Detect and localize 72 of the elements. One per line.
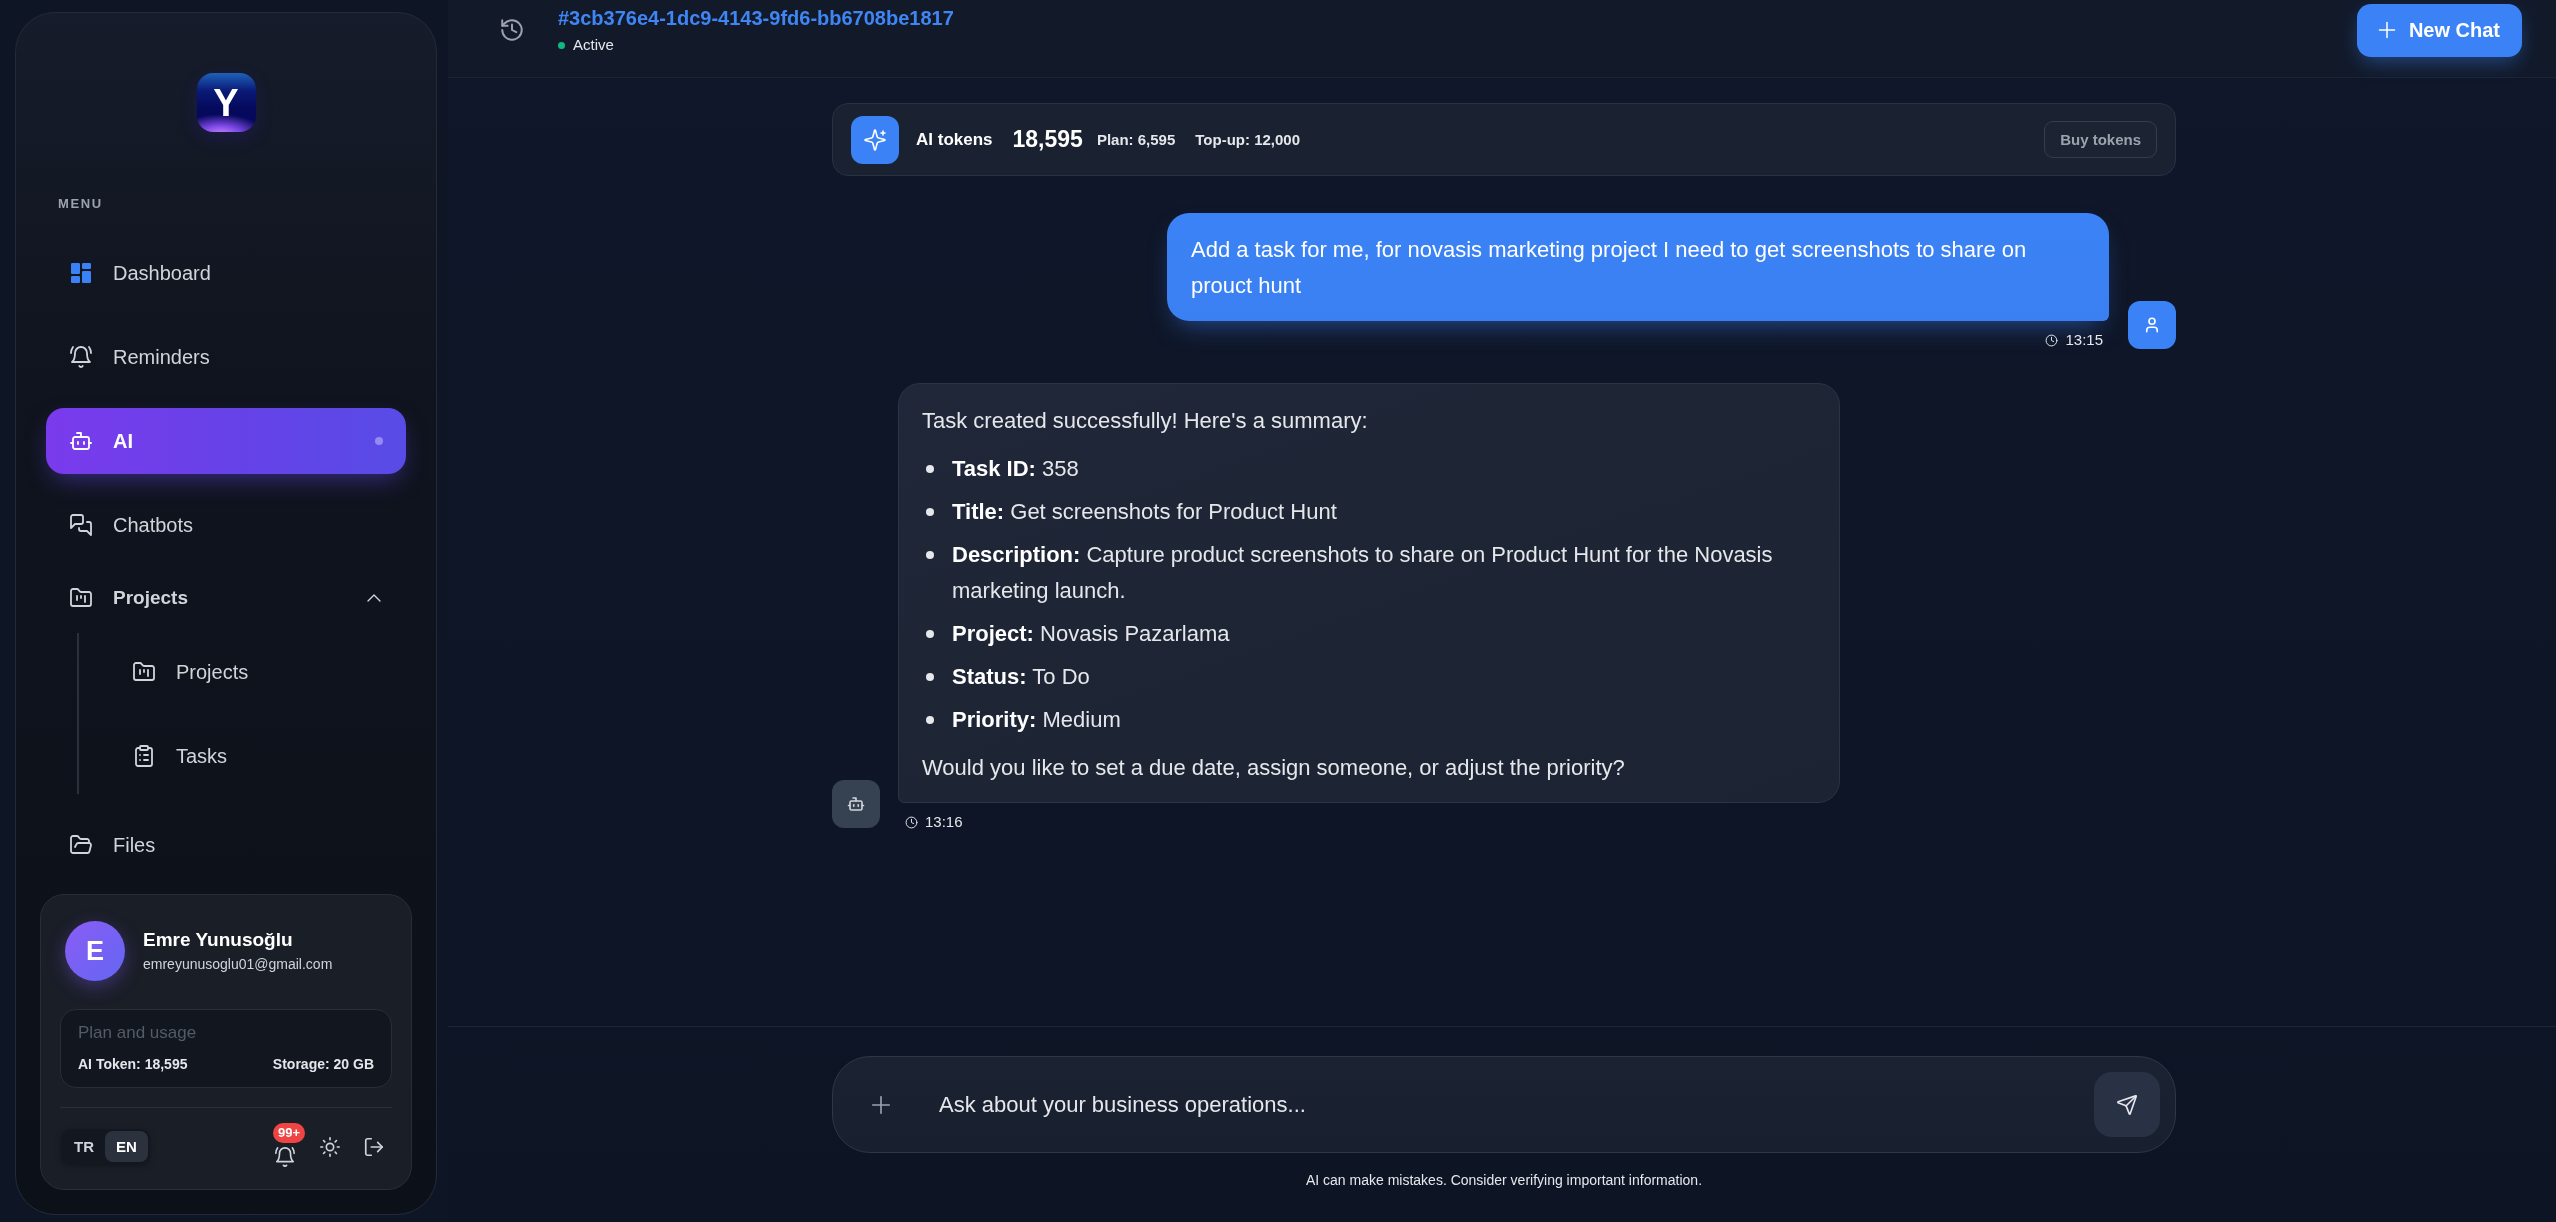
bullet-icon xyxy=(926,508,934,516)
topup-tokens: Top-up: 12,000 xyxy=(1195,131,1301,148)
message-text: Add a task for me, for novasis marketing project I need to get screenshots to share on prouct hunt xyxy=(1191,236,2028,300)
plan-tokens: Plan: 6,595 xyxy=(1096,131,1176,148)
token-label: AI tokens xyxy=(916,129,993,150)
user-icon xyxy=(2128,301,2176,349)
bullet-icon xyxy=(926,465,934,473)
chat-bubbles-icon xyxy=(69,513,93,537)
token-usage: AI Token: 18,595 xyxy=(78,1055,188,1073)
plus-icon xyxy=(2376,20,2397,40)
bullet-icon xyxy=(926,551,934,559)
bullet-icon xyxy=(926,673,934,681)
disclaimer-text: AI can make mistakes. Consider verifying important information. xyxy=(1305,1172,1702,1188)
nav-item[interactable]: Reminders xyxy=(46,324,406,390)
bullet-icon xyxy=(926,716,934,724)
status-dot-icon xyxy=(558,41,565,49)
message-text: Would you like to set a due date, assign someone, or adjust the priority? xyxy=(922,754,1626,782)
user-name: Emre Yunusoğlu xyxy=(143,928,294,952)
history-icon xyxy=(499,17,525,43)
buy-tokens-button[interactable]: Buy tokens xyxy=(2044,121,2157,158)
list-item-text: Description: Capture product screenshots to share on Product Hunt for the Novasis marketing launch. xyxy=(952,541,1774,605)
dashboard-icon xyxy=(69,261,93,285)
list-item-text: Project: Novasis Pazarlama xyxy=(952,620,1230,648)
folder-chart-icon xyxy=(132,660,156,684)
bell-icon xyxy=(274,1146,296,1168)
nav-item[interactable]: Dashboard xyxy=(46,240,406,306)
robot-icon xyxy=(69,429,93,453)
active-indicator-icon xyxy=(375,437,383,445)
sun-icon xyxy=(319,1135,341,1158)
app-logo: Y xyxy=(196,73,256,132)
send-icon xyxy=(2116,1093,2138,1116)
bell-icon xyxy=(69,345,93,369)
history-button[interactable] xyxy=(499,17,525,43)
message-text: Task created successfully! Here's a summary: xyxy=(922,407,1369,435)
clock-icon xyxy=(905,815,918,829)
list-item-text: Title: Get screenshots for Product Hunt xyxy=(952,498,1337,526)
nav-item[interactable]: AI xyxy=(46,408,406,474)
list-item-text: Priority: Medium xyxy=(952,706,1121,734)
token-total: 18,595 xyxy=(1012,126,1083,153)
folder-chart-icon xyxy=(69,586,93,610)
plus-icon xyxy=(870,1093,892,1116)
notification-badge: 99+ xyxy=(273,1123,306,1143)
logout-icon xyxy=(363,1135,385,1158)
nav-item[interactable]: Files xyxy=(46,812,406,878)
clock-icon xyxy=(2045,333,2059,347)
message-time: 13:15 xyxy=(2065,331,2103,349)
nav-item[interactable]: Tasks xyxy=(109,723,406,789)
folder-icon xyxy=(69,833,93,857)
menu-heading: MENU xyxy=(58,196,104,212)
nav-item[interactable]: Chatbots xyxy=(46,492,406,558)
clipboard-icon xyxy=(132,744,156,768)
language-option[interactable]: TR xyxy=(63,1131,105,1162)
list-item-text: Status: To Do xyxy=(952,663,1090,691)
nav-item[interactable]: Projects xyxy=(109,639,406,705)
message-time: 13:16 xyxy=(925,813,963,831)
bullet-icon xyxy=(926,630,934,638)
new-chat-button[interactable]: New Chat xyxy=(2356,3,2522,57)
usage-title: Plan and usage xyxy=(78,1022,198,1044)
robot-icon xyxy=(832,780,880,828)
user-email: emreyunusoglu01@gmail.com xyxy=(143,955,333,974)
storage-usage: Storage: 20 GB xyxy=(272,1055,374,1073)
user-avatar: E xyxy=(65,921,125,981)
nav-group-toggle[interactable]: Projects xyxy=(46,576,406,620)
notifications-button[interactable]: 99+ xyxy=(273,1123,311,1168)
composer-box[interactable]: Ask about your business operations... xyxy=(832,1056,2176,1153)
list-item-text: Task ID: 358 xyxy=(952,455,1079,483)
language-option[interactable]: EN xyxy=(105,1131,148,1162)
status-text: Active xyxy=(573,36,614,54)
send-button[interactable] xyxy=(2094,1072,2160,1137)
chat-id: #3cb376e4-1dc9-4143-9fd6-bb6708be1817 xyxy=(558,6,954,30)
message-input[interactable]: Ask about your business operations... xyxy=(937,1084,2094,1125)
sparkle-icon xyxy=(851,115,899,164)
